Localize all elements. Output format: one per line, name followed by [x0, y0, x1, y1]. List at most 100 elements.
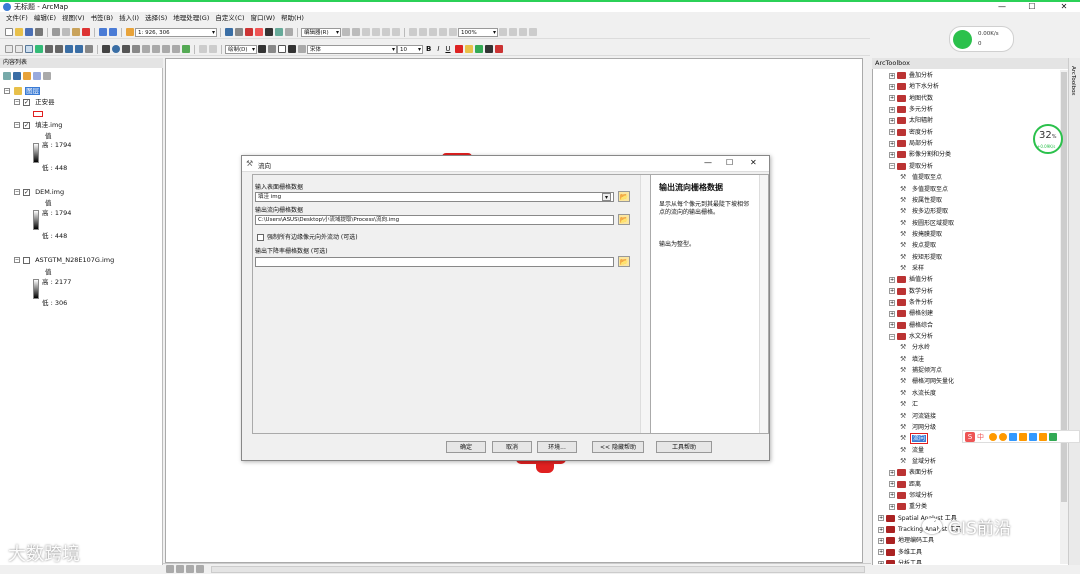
dialog-close-button[interactable]: ✕	[750, 158, 757, 167]
expand-icon[interactable]: +	[889, 95, 895, 102]
underline-button[interactable]: U	[445, 45, 450, 53]
expand-icon[interactable]: +	[889, 288, 895, 295]
toolbox-row[interactable]: ⚒ 栅格河网矢量化	[900, 377, 954, 387]
menu-selection[interactable]: 选择(S)	[145, 12, 167, 24]
menu-edit[interactable]: 编辑(E)	[34, 12, 56, 24]
save-icon[interactable]	[25, 28, 33, 36]
menu-view[interactable]: 视图(V)	[62, 12, 85, 24]
dialog-minimize-button[interactable]: —	[704, 158, 712, 167]
draw-select-icon[interactable]	[258, 45, 266, 53]
punct-icon[interactable]	[989, 432, 997, 441]
toolbox-row[interactable]: ⚒ 水流长度	[900, 389, 936, 399]
select-elements-icon[interactable]	[102, 45, 110, 53]
toolbox-row[interactable]: + 重分类	[889, 502, 927, 512]
pause-icon[interactable]	[196, 565, 204, 573]
callout-icon[interactable]	[298, 45, 306, 53]
chevron-down-icon[interactable]: ▾	[602, 193, 611, 201]
toolbox-row[interactable]: ⚒ 按圆形区域提取	[900, 219, 954, 229]
layer-visibility-checkbox[interactable]	[23, 256, 30, 264]
menu-help[interactable]: 帮助(H)	[281, 12, 304, 24]
expand-icon[interactable]: +	[889, 481, 895, 488]
add-data-icon[interactable]	[126, 28, 134, 36]
emoji-icon[interactable]	[999, 432, 1007, 441]
layer-visibility-checkbox[interactable]: ✓	[23, 98, 30, 106]
expand-icon[interactable]: +	[889, 492, 895, 499]
zoom-percent-combo[interactable]: 100%	[458, 27, 498, 37]
toolbox-row[interactable]: ⚒ 河网分级	[900, 423, 936, 433]
minimize-button[interactable]: —	[990, 2, 1014, 12]
toolbox-row[interactable]: ⚒ 河流链接	[900, 412, 936, 422]
toc-layer-fill[interactable]: − ✓ 填洼.img	[14, 121, 62, 130]
toolbox-row[interactable]: + 密度分析	[889, 128, 933, 138]
reshape-icon[interactable]	[382, 28, 390, 36]
user-icon[interactable]	[1029, 432, 1037, 441]
drawing-menu[interactable]: 绘制(D)	[225, 44, 257, 54]
list-by-drawing-order-icon[interactable]	[3, 71, 11, 80]
folder-open-icon[interactable]: 📂	[618, 191, 630, 202]
toolbox-row[interactable]: ⚒ 按矩形提取	[900, 253, 942, 263]
python-icon[interactable]	[265, 28, 273, 36]
toolbox-row[interactable]: ⚒ 汇	[900, 400, 918, 410]
drop-raster-field[interactable]	[255, 257, 614, 267]
toc-layer-zhengan[interactable]: − ✓ 正安县	[14, 98, 55, 107]
delete-icon[interactable]	[82, 28, 90, 36]
collapse-icon[interactable]: −	[889, 163, 895, 170]
italic-button[interactable]: I	[437, 45, 439, 53]
layer-visibility-checkbox[interactable]: ✓	[23, 188, 30, 196]
pan-icon[interactable]	[25, 45, 33, 53]
folder-open-icon[interactable]: 📂	[618, 214, 630, 225]
force-edge-checkbox[interactable]	[257, 234, 264, 241]
toolbox-row[interactable]: ⚒ 采样	[900, 264, 924, 274]
menu-bookmarks[interactable]: 书签(B)	[91, 12, 114, 24]
zoom-layout-in-icon[interactable]	[409, 28, 417, 36]
open-icon[interactable]	[15, 28, 23, 36]
data-driven-pages-icon[interactable]	[529, 28, 537, 36]
time-slider-icon[interactable]	[162, 45, 170, 53]
focus-data-frame-icon[interactable]	[509, 28, 517, 36]
pan-layout-icon[interactable]	[429, 28, 437, 36]
fixed-zoom-out-icon[interactable]	[55, 45, 63, 53]
list-by-visibility-icon[interactable]	[23, 71, 31, 80]
zoom-out-icon[interactable]	[15, 45, 23, 53]
mic-icon[interactable]	[1009, 432, 1017, 441]
ok-button[interactable]: 确定	[446, 441, 486, 453]
scale-combo[interactable]: 1: 926, 306	[135, 27, 217, 37]
font-color-icon[interactable]	[454, 45, 463, 53]
toolbox-row[interactable]: + 太阳辐射	[889, 116, 933, 126]
environments-button[interactable]: 环境...	[537, 441, 577, 453]
toolbox-row[interactable]: ⚒ 捕捉倾泻点	[900, 366, 942, 376]
bold-button[interactable]: B	[426, 45, 431, 53]
font-size-combo[interactable]: 10	[397, 44, 423, 54]
folder-open-icon[interactable]: 📂	[618, 256, 630, 267]
measure-icon[interactable]	[132, 45, 140, 53]
input-raster-select[interactable]: 填洼 img	[255, 192, 614, 202]
toolbox-row[interactable]: + 地下水分析	[889, 82, 939, 92]
layout-tool-1-icon[interactable]	[199, 45, 207, 53]
dialog-maximize-button[interactable]: ☐	[726, 158, 733, 167]
data-view-icon[interactable]	[166, 565, 174, 573]
expand-icon[interactable]: +	[878, 537, 884, 544]
expand-icon[interactable]: +	[889, 276, 895, 283]
arc-icon[interactable]	[372, 28, 380, 36]
line-color-icon[interactable]	[474, 45, 483, 53]
toolbox-row[interactable]: + 多维工具	[878, 548, 922, 558]
menu-customize[interactable]: 自定义(C)	[215, 12, 244, 24]
toolbox-row[interactable]: ⚒ 填洼	[900, 355, 924, 365]
expand-icon[interactable]: +	[889, 72, 895, 79]
ime-lang[interactable]: 中	[977, 432, 984, 442]
toc-layer-astgtm[interactable]: − ASTGTM_N28E107G.img	[14, 256, 114, 265]
rotate-icon[interactable]	[268, 45, 276, 53]
ime-toolbar[interactable]: S 中	[962, 430, 1080, 443]
toolbox-row[interactable]: + 栅格综合	[889, 321, 933, 331]
toolbox-row[interactable]: + 影像分割和分类	[889, 150, 951, 160]
toolbox-row[interactable]: ⚒ 流量	[900, 446, 924, 456]
search-icon[interactable]	[285, 28, 293, 36]
expand-icon[interactable]: +	[889, 503, 895, 510]
toolbox-icon[interactable]	[255, 28, 263, 36]
layout-tool-2-icon[interactable]	[209, 45, 217, 53]
close-button[interactable]: ✕	[1052, 2, 1076, 12]
change-layout-icon[interactable]	[519, 28, 527, 36]
expand-icon[interactable]: +	[889, 310, 895, 317]
toolbox-row[interactable]: ⚒ 分水岭	[900, 343, 930, 353]
modelbuilder-icon[interactable]	[275, 28, 283, 36]
